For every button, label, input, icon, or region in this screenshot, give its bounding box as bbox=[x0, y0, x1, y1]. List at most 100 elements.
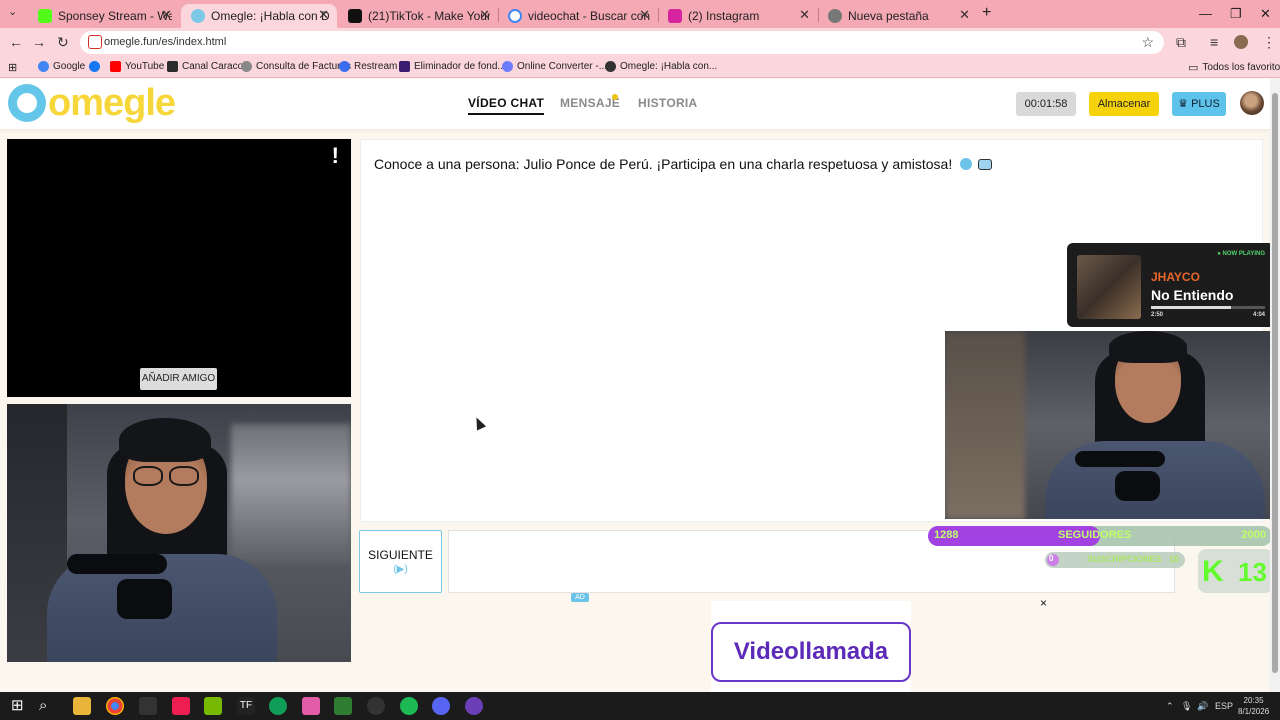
omegle-logo[interactable]: omegle bbox=[8, 82, 176, 124]
followers-label: SEGUIDORES bbox=[1058, 529, 1132, 541]
tab-instagram[interactable]: (2) Instagram ✕ bbox=[658, 4, 818, 28]
logo-text: omegle bbox=[48, 82, 176, 124]
tf-app-icon[interactable]: TF bbox=[237, 697, 255, 715]
chrome-icon[interactable] bbox=[106, 697, 124, 715]
chat-message-text: Conoce a una persona: Julio Ponce de Per… bbox=[374, 156, 953, 172]
bookmark-omegle[interactable]: Omegle: ¡Habla con... bbox=[605, 61, 717, 72]
close-tab-icon[interactable]: ✕ bbox=[959, 7, 970, 23]
obs-icon[interactable] bbox=[367, 697, 385, 715]
maximize-icon[interactable]: ❐ bbox=[1230, 6, 1242, 22]
close-tab-icon[interactable]: ✕ bbox=[479, 7, 490, 23]
subs-goal-bar: 0 SUSCRIPCIONES 10 bbox=[1045, 552, 1185, 568]
globe-emoji-icon bbox=[960, 158, 973, 170]
tab-title: (21)TikTok - Make Your Day bbox=[368, 9, 490, 23]
bookmark-label: Omegle: ¡Habla con... bbox=[620, 61, 718, 72]
close-tab-icon[interactable]: ✕ bbox=[639, 7, 650, 23]
recording-icon[interactable] bbox=[88, 35, 102, 49]
tab-omegle[interactable]: Omegle: ¡Habla con Descon ✕ bbox=[181, 4, 337, 28]
volume-icon[interactable]: 🔊 bbox=[1197, 701, 1208, 712]
nav-history[interactable]: HISTORIA bbox=[638, 96, 698, 110]
plus-button[interactable]: ♛ PLUS bbox=[1172, 92, 1226, 116]
bookmark-restream[interactable]: Restream bbox=[339, 61, 397, 72]
duration-time: 4:04 bbox=[1252, 312, 1265, 318]
language-indicator[interactable]: ESP bbox=[1215, 701, 1233, 711]
bookmark-eliminador[interactable]: Eliminador de fond... bbox=[399, 61, 506, 72]
add-friend-button[interactable]: AÑADIR AMIGO bbox=[140, 368, 217, 390]
close-tab-icon[interactable]: ✕ bbox=[318, 7, 329, 23]
media-icon[interactable]: ≡ bbox=[1210, 34, 1218, 50]
app-icon[interactable] bbox=[302, 697, 320, 715]
file-explorer-icon[interactable] bbox=[73, 697, 91, 715]
profile-icon[interactable] bbox=[1234, 35, 1248, 49]
edge-icon[interactable] bbox=[269, 697, 287, 715]
extensions-icon[interactable]: ⧉ bbox=[1176, 34, 1186, 51]
bookmark-star-icon[interactable]: ☆ bbox=[1141, 34, 1154, 51]
ad-close-icon[interactable]: × bbox=[1040, 596, 1047, 610]
streamer-camera-overlay bbox=[945, 331, 1270, 519]
microphone-icon[interactable]: 🎙 bbox=[1181, 701, 1192, 712]
chrome-icon bbox=[828, 9, 842, 23]
tiktok-icon[interactable] bbox=[172, 697, 190, 715]
bookmark-google[interactable]: Google bbox=[38, 61, 85, 72]
tab-new-tab[interactable]: Nueva pestaña ✕ bbox=[818, 4, 978, 28]
scrollbar-thumb[interactable] bbox=[1272, 93, 1278, 673]
nav-message[interactable]: MENSAJE bbox=[560, 96, 620, 110]
close-tab-icon[interactable]: ✕ bbox=[161, 7, 172, 23]
window-close-icon[interactable]: ✕ bbox=[1260, 6, 1271, 22]
page-scrollbar[interactable] bbox=[1270, 79, 1280, 692]
bookmark-youtube[interactable]: YouTube bbox=[110, 61, 164, 72]
new-tab-icon[interactable]: + bbox=[982, 4, 991, 22]
report-icon[interactable]: ! bbox=[332, 143, 339, 169]
globe-icon bbox=[605, 61, 616, 72]
self-video bbox=[7, 404, 351, 662]
bookmark-consulta-facturas[interactable]: Consulta de Facturas bbox=[241, 61, 351, 72]
all-bookmarks[interactable]: ▭ Todos los favoritos bbox=[1188, 61, 1280, 74]
subs-goal: 10 bbox=[1168, 554, 1179, 564]
bookmark-canal-caracol[interactable]: Canal Caracol bbox=[167, 61, 245, 72]
system-clock[interactable]: 20:35 8/1/2026 bbox=[1238, 695, 1269, 717]
tab-kick[interactable]: Sponsey Stream - Watch Live o ✕ bbox=[28, 4, 180, 28]
bookmark-online-converter[interactable]: Online Converter -... bbox=[502, 61, 607, 72]
app-icon[interactable] bbox=[465, 697, 483, 715]
google-icon bbox=[508, 9, 522, 23]
converter-icon bbox=[502, 61, 513, 72]
minimize-icon[interactable]: — bbox=[1199, 6, 1212, 21]
search-icon[interactable]: ⌕ bbox=[39, 697, 57, 715]
save-button[interactable]: Almacenar bbox=[1089, 92, 1159, 116]
address-bar[interactable]: omegle.fun/es/index.html ☆ bbox=[80, 31, 1164, 54]
terminal-icon[interactable] bbox=[334, 697, 352, 715]
close-tab-icon[interactable]: ✕ bbox=[799, 7, 810, 23]
kick-count: 13 bbox=[1238, 557, 1267, 587]
plus-label: PLUS bbox=[1191, 98, 1220, 110]
nav-video-chat[interactable]: VÍDEO CHAT bbox=[468, 96, 545, 115]
menu-icon[interactable]: ⋮ bbox=[1262, 34, 1276, 51]
tray-chevron-icon[interactable]: ⌃ bbox=[1166, 701, 1174, 712]
bookmark-label: Canal Caracol bbox=[182, 61, 246, 72]
tab-title: Nueva pestaña bbox=[848, 9, 929, 23]
bookmark-label: Online Converter -... bbox=[517, 61, 608, 72]
omegle-page: omegle VÍDEO CHAT MENSAJE HISTORIA 00:01… bbox=[0, 79, 1270, 692]
tab-title: Omegle: ¡Habla con Descon bbox=[211, 9, 329, 23]
bookmark-facebook[interactable] bbox=[89, 61, 100, 72]
tab-search-icon[interactable]: ⌄ bbox=[8, 5, 17, 18]
discord-icon[interactable] bbox=[432, 697, 450, 715]
next-button[interactable]: SIGUIENTE (▶) bbox=[359, 530, 442, 593]
avatar[interactable] bbox=[1240, 91, 1264, 115]
spotify-icon[interactable] bbox=[400, 697, 418, 715]
nvidia-icon[interactable] bbox=[204, 697, 222, 715]
followers-goal: 2000 bbox=[1241, 529, 1266, 541]
apps-icon[interactable]: ⊞ bbox=[8, 61, 17, 74]
elapsed-time: 2:50 bbox=[1151, 312, 1164, 318]
windows-start-icon[interactable]: ⊞ bbox=[11, 697, 29, 715]
call-of-duty-icon[interactable] bbox=[139, 697, 157, 715]
tab-title: videochat - Buscar con Google bbox=[528, 9, 650, 23]
tab-title: (2) Instagram bbox=[688, 9, 760, 23]
ad-banner[interactable]: Videollamada bbox=[711, 622, 911, 682]
browser-toolbar: ← → ↻ omegle.fun/es/index.html ☆ ⧉ ≡ ⋮ bbox=[0, 28, 1280, 56]
back-icon[interactable]: ← bbox=[9, 34, 23, 50]
reload-icon[interactable]: ↻ bbox=[57, 34, 69, 51]
forward-icon[interactable]: → bbox=[32, 34, 46, 50]
tab-google-search[interactable]: videochat - Buscar con Google ✕ bbox=[498, 4, 658, 28]
youtube-icon bbox=[110, 61, 121, 72]
tab-tiktok[interactable]: (21)TikTok - Make Your Day ✕ bbox=[338, 4, 498, 28]
